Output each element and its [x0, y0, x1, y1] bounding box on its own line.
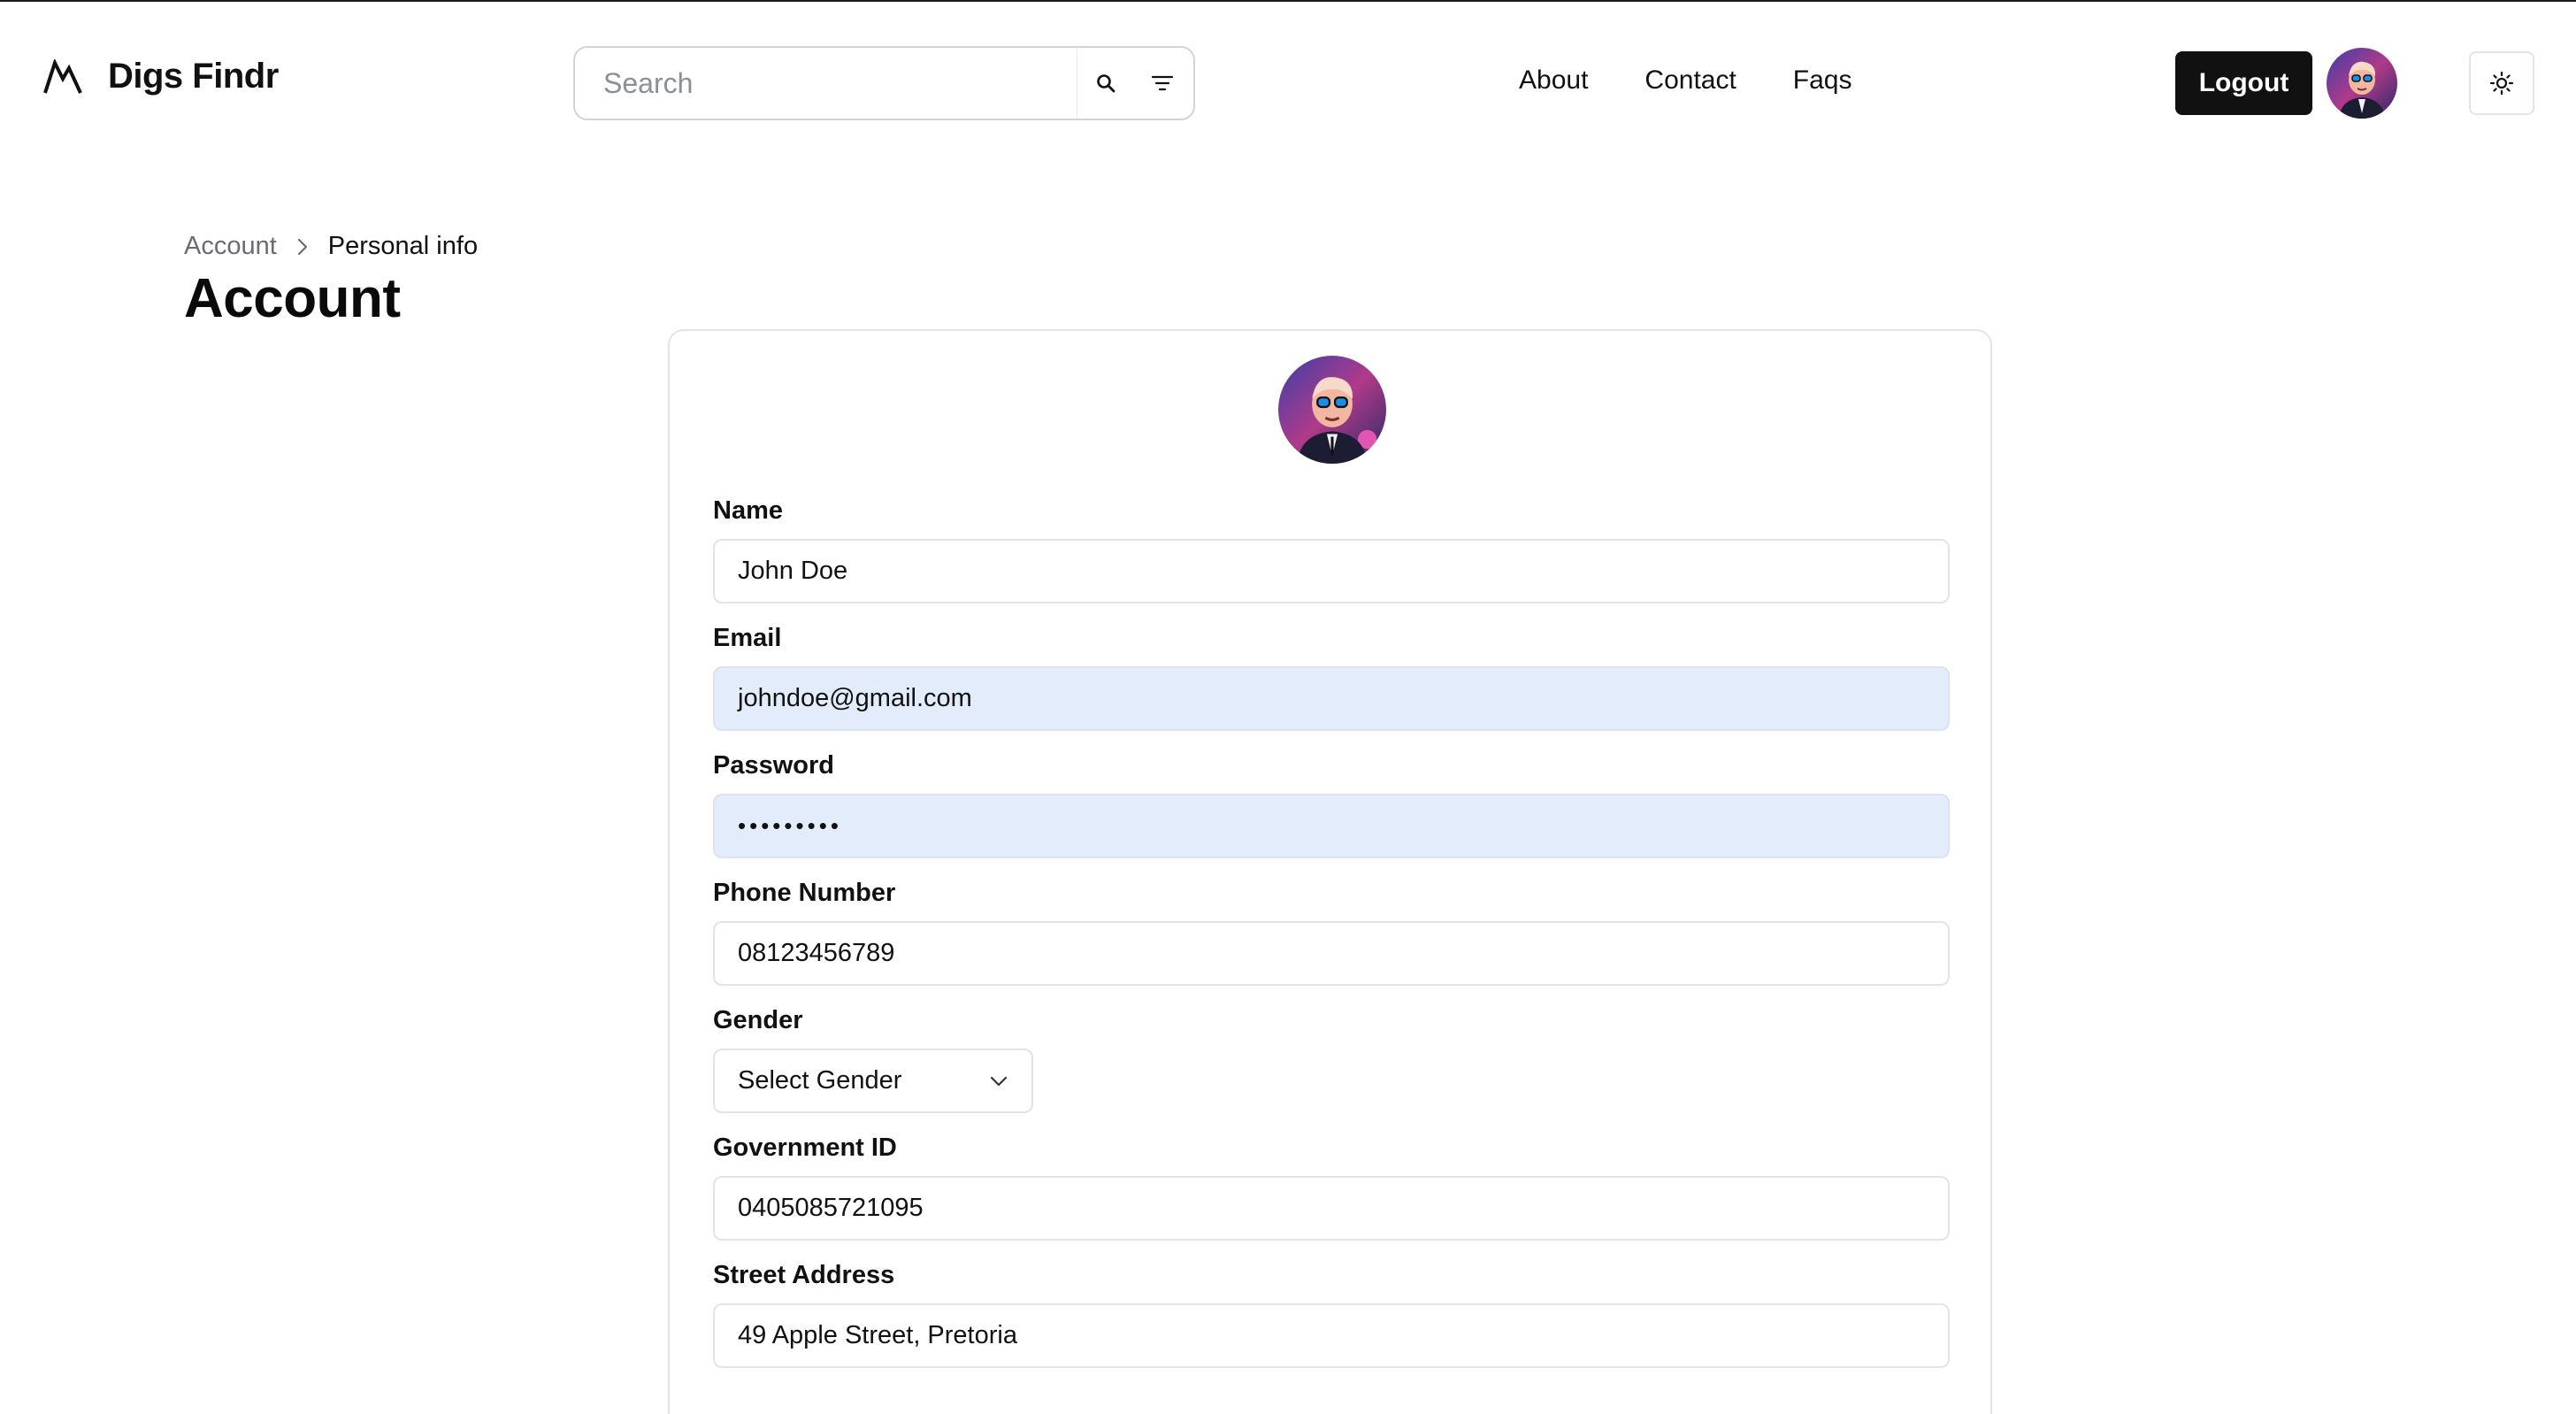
mountain-logo-icon: [42, 58, 83, 95]
street-address-input[interactable]: 49 Apple Street, Pretoria: [713, 1303, 1950, 1368]
email-field: Email johndoe@gmail.com: [713, 625, 1950, 731]
chevron-down-icon: [990, 1076, 1008, 1086]
gender-label: Gender: [713, 1006, 803, 1034]
theme-toggle-button[interactable]: [2469, 51, 2534, 115]
search-icon: [1097, 74, 1116, 93]
chevron-right-icon: [297, 238, 307, 255]
sun-icon: [2489, 71, 2514, 96]
page: Digs Findr About Contact Faqs: [0, 0, 2576, 1414]
breadcrumb: Account Personal info: [184, 232, 478, 261]
page-title: Account: [184, 268, 401, 329]
personal-info-card: Name John Doe Email johndoe@gmail.com Pa…: [668, 329, 1992, 1414]
header: Digs Findr About Contact Faqs: [0, 2, 2576, 161]
filter-button[interactable]: [1134, 48, 1191, 119]
phone-label: Phone Number: [713, 879, 896, 907]
government-id-field: Government ID 0405085721095: [713, 1134, 1950, 1241]
email-input[interactable]: johndoe@gmail.com: [713, 666, 1950, 731]
street-address-field: Street Address 49 Apple Street, Pretoria: [713, 1262, 1950, 1368]
brand[interactable]: Digs Findr: [42, 57, 279, 96]
password-field: Password •••••••••: [713, 752, 1950, 858]
main-nav: About Contact Faqs: [1519, 65, 1852, 96]
password-label: Password: [713, 751, 834, 780]
phone-input[interactable]: 08123456789: [713, 921, 1950, 986]
nav-about[interactable]: About: [1519, 65, 1588, 96]
logout-button[interactable]: Logout: [2175, 51, 2312, 115]
street-address-label: Street Address: [713, 1261, 895, 1289]
search-button[interactable]: [1077, 48, 1134, 119]
nav-faqs[interactable]: Faqs: [1793, 65, 1852, 96]
government-id-input[interactable]: 0405085721095: [713, 1176, 1950, 1241]
brand-name: Digs Findr: [108, 57, 279, 96]
gender-select[interactable]: Select Gender: [713, 1049, 1033, 1113]
government-id-label: Government ID: [713, 1134, 897, 1162]
name-label: Name: [713, 496, 783, 525]
search-input[interactable]: [575, 48, 1077, 119]
user-avatar[interactable]: [2327, 48, 2397, 119]
gender-select-value: Select Gender: [738, 1066, 902, 1095]
phone-field: Phone Number 08123456789: [713, 880, 1950, 986]
gender-field: Gender Select Gender: [713, 1007, 1950, 1113]
breadcrumb-current: Personal info: [327, 232, 479, 260]
name-field: Name John Doe: [713, 497, 1950, 603]
breadcrumb-account[interactable]: Account: [184, 232, 277, 261]
profile-avatar[interactable]: [1278, 356, 1386, 464]
email-label: Email: [713, 624, 782, 652]
nav-contact[interactable]: Contact: [1644, 65, 1736, 96]
name-input[interactable]: John Doe: [713, 539, 1950, 603]
password-input[interactable]: •••••••••: [713, 794, 1950, 858]
filter-icon: [1151, 75, 1174, 91]
search-bar: [573, 46, 1195, 120]
